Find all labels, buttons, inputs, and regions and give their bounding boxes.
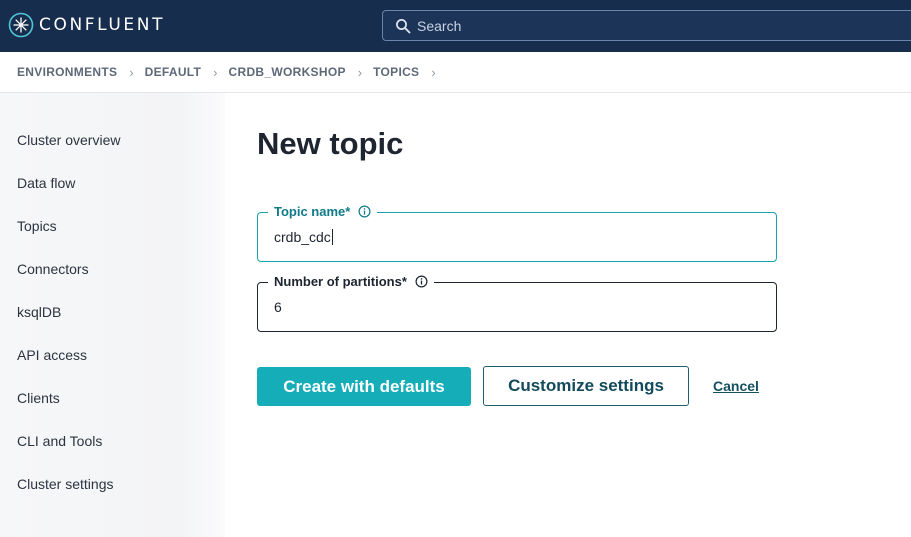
partitions-input[interactable]: 6 — [274, 299, 282, 315]
breadcrumb-environments[interactable]: ENVIRONMENTS — [17, 65, 117, 79]
sidebar-item-api-access[interactable]: API access — [17, 347, 87, 363]
search-box[interactable] — [382, 10, 911, 41]
sidebar-item-cli-and-tools[interactable]: CLI and Tools — [17, 433, 102, 449]
breadcrumb-separator: › — [213, 64, 218, 80]
confluent-logo-icon — [8, 12, 34, 38]
sidebar-item-ksqldb[interactable]: ksqlDB — [17, 304, 61, 320]
info-icon[interactable] — [358, 205, 371, 218]
partitions-label-text: Number of partitions* — [274, 274, 407, 289]
topic-name-input[interactable]: crdb_cdc — [274, 229, 333, 245]
sidebar-item-clients[interactable]: Clients — [17, 390, 60, 406]
sidebar-item-connectors[interactable]: Connectors — [17, 261, 89, 277]
partitions-field[interactable]: Number of partitions* 6 — [257, 274, 777, 332]
breadcrumb: ENVIRONMENTS › DEFAULT › CRDB_WORKSHOP ›… — [0, 52, 911, 93]
sidebar-item-topics[interactable]: Topics — [17, 218, 57, 234]
page-title: New topic — [257, 126, 404, 161]
breadcrumb-separator: › — [431, 64, 436, 80]
text-cursor — [331, 229, 333, 245]
topic-name-label-text: Topic name* — [274, 204, 351, 219]
topic-name-field[interactable]: Topic name* crdb_cdc — [257, 204, 777, 262]
breadcrumb-separator: › — [357, 64, 363, 80]
customize-settings-button[interactable]: Customize settings — [483, 366, 689, 406]
sidebar-item-data-flow[interactable]: Data flow — [17, 175, 75, 191]
logo-text: CONFLUENT — [39, 15, 166, 35]
top-navigation-bar: CONFLUENT — [0, 0, 911, 52]
breadcrumb-crdb-workshop[interactable]: CRDB_WORKSHOP — [229, 65, 346, 79]
search-icon — [396, 18, 411, 33]
main-content: New topic Topic name* crdb_cdc Number of… — [225, 93, 911, 537]
topic-name-label: Topic name* — [268, 204, 378, 219]
breadcrumb-default[interactable]: DEFAULT — [145, 65, 202, 79]
sidebar-item-cluster-settings[interactable]: Cluster settings — [17, 476, 113, 492]
sidebar: Cluster overview Data flow Topics Connec… — [0, 93, 225, 537]
create-with-defaults-button[interactable]: Create with defaults — [257, 367, 471, 406]
info-icon[interactable] — [415, 275, 428, 288]
confluent-logo[interactable]: CONFLUENT — [8, 12, 165, 38]
breadcrumb-separator: › — [129, 64, 134, 80]
topic-name-value: crdb_cdc — [274, 229, 331, 245]
cancel-link[interactable]: Cancel — [713, 378, 759, 394]
sidebar-item-cluster-overview[interactable]: Cluster overview — [17, 132, 120, 148]
search-input[interactable] — [417, 17, 897, 34]
partitions-label: Number of partitions* — [268, 274, 434, 289]
breadcrumb-topics[interactable]: TOPICS — [373, 65, 419, 79]
